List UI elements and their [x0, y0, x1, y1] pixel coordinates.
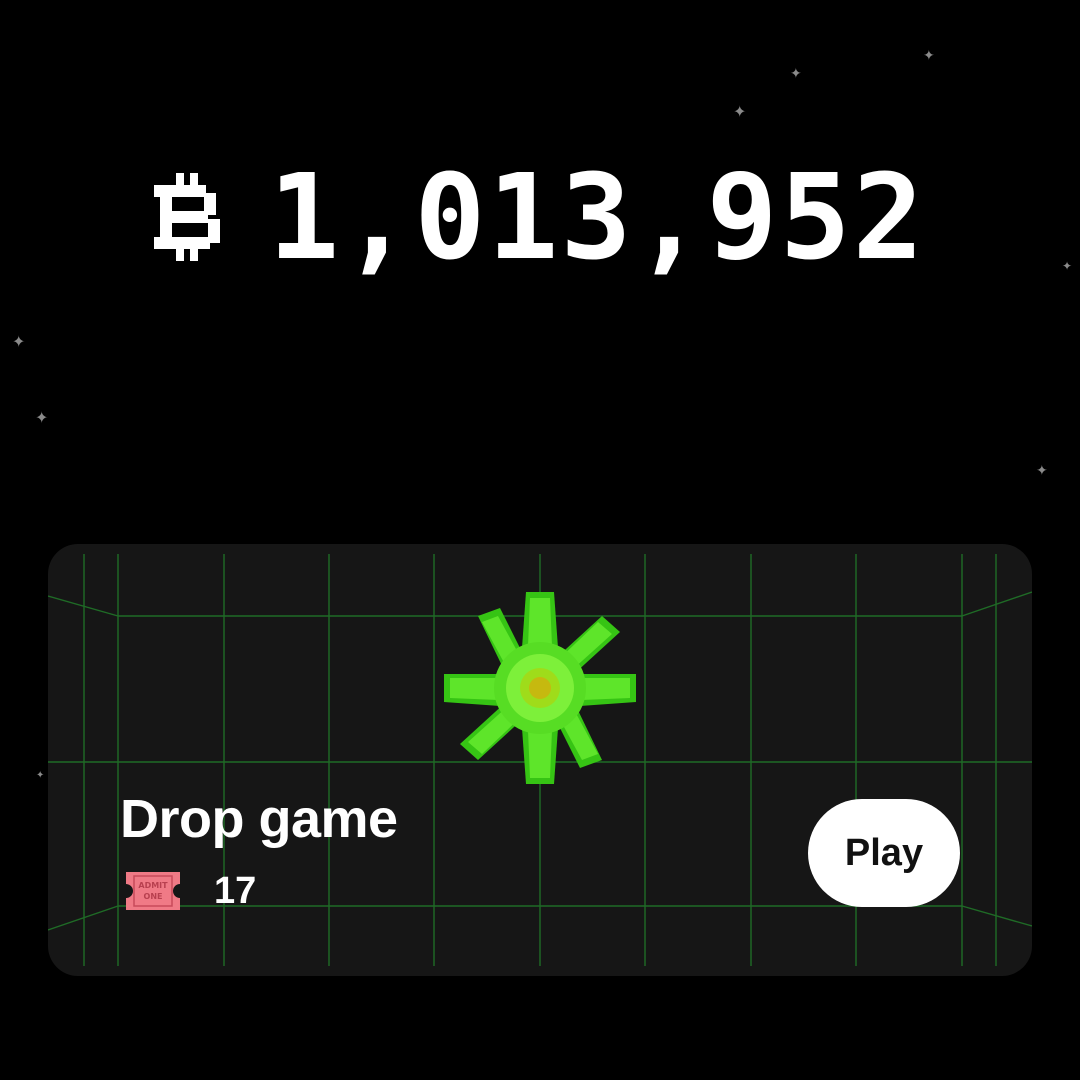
star-icon: ✦	[733, 102, 747, 121]
star-icon: ✦	[790, 66, 802, 82]
drop-game-card[interactable]: Drop game ADMIT ONE 17 Play	[48, 544, 1032, 976]
ticket-count-row: ADMIT ONE 17	[122, 870, 256, 912]
green-gem-icon	[444, 592, 636, 784]
play-button[interactable]: Play	[808, 799, 960, 907]
game-title: Drop game	[120, 789, 398, 849]
star-icon: ✦	[12, 332, 26, 351]
bitcoin-icon	[154, 173, 221, 261]
star-icon: ✦	[35, 408, 49, 427]
balance-display: 1,013,952	[0, 158, 1080, 276]
svg-text:ONE: ONE	[144, 892, 163, 901]
svg-text:ADMIT: ADMIT	[138, 881, 168, 890]
admit-one-ticket-icon: ADMIT ONE	[126, 872, 180, 910]
star-icon: ✦	[923, 48, 935, 64]
balance-amount: 1,013,952	[268, 148, 926, 286]
star-icon: ✦	[36, 770, 45, 781]
ticket-count: 17	[214, 870, 257, 912]
star-icon: ✦	[1036, 463, 1048, 479]
